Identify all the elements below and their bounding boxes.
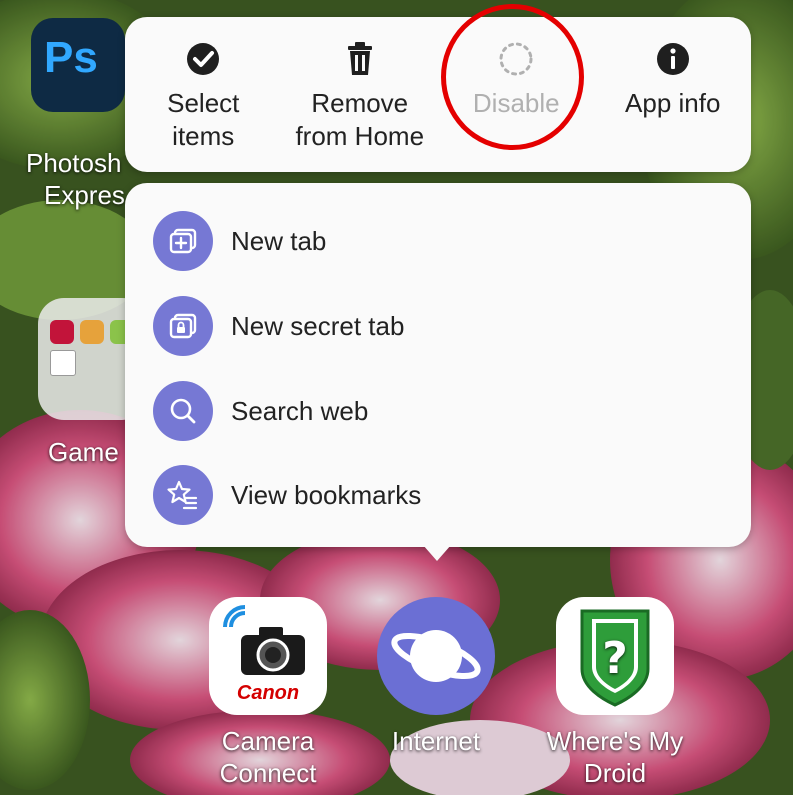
photoshop-label-line2: Expres <box>44 180 125 210</box>
games-folder-label: Game <box>48 437 119 467</box>
check-circle-icon <box>183 39 223 79</box>
remove-from-home-button[interactable]: Remove from Home <box>282 17 439 172</box>
dotted-circle-icon <box>496 39 536 79</box>
bookmarks-star-icon <box>153 465 213 525</box>
wheres-my-droid-icon: ? <box>556 597 674 715</box>
internet-label: Internet <box>391 726 481 756</box>
new-tab-label: New tab <box>231 225 327 256</box>
select-items-label: Select items <box>167 88 240 151</box>
disable-label: Disable <box>472 88 560 118</box>
disable-button[interactable]: Disable <box>438 17 595 172</box>
canon-brand-text: Canon <box>236 682 300 704</box>
shield-question-icon: ? <box>580 609 650 707</box>
shortcut-new-secret-tab[interactable]: New secret tab <box>153 296 404 356</box>
shortcut-view-bookmarks[interactable]: View bookmarks <box>153 465 421 525</box>
planet-icon <box>391 630 481 682</box>
game-icon <box>80 320 104 344</box>
new-secret-tab-label: New secret tab <box>231 310 405 341</box>
secret-tab-icon <box>153 296 213 356</box>
app-info-button[interactable]: App info <box>595 17 752 172</box>
game-icon <box>50 320 74 344</box>
photoshop-express-app[interactable]: Ps <box>23 18 133 112</box>
wheres-my-droid-label-line1: Where's My <box>546 726 684 756</box>
ps-logo-text: Ps <box>44 33 98 82</box>
internet-app[interactable]: Internet <box>371 597 501 757</box>
select-items-button[interactable]: Select items <box>125 17 282 172</box>
search-web-label: Search web <box>231 395 369 426</box>
new-tab-icon <box>153 211 213 271</box>
photoshop-label-line1: Photosh <box>26 148 122 178</box>
camera-connect-app[interactable]: Canon Camera Connect <box>203 597 333 789</box>
svg-text:?: ? <box>602 633 628 684</box>
wheres-my-droid-label-line2: Droid <box>583 758 647 788</box>
camera-connect-icon: Canon <box>209 597 327 715</box>
app-info-label: App info <box>625 88 721 118</box>
view-bookmarks-label: View bookmarks <box>231 479 422 510</box>
camera-connect-label-line1: Camera <box>221 726 315 756</box>
menu-pointer-arrow <box>423 545 451 561</box>
sudoku-icon <box>50 350 76 376</box>
search-icon <box>153 381 213 441</box>
photoshop-express-icon: Ps <box>31 18 125 112</box>
trash-icon <box>340 39 380 79</box>
wheres-my-droid-app[interactable]: ? Where's My Droid <box>540 597 690 789</box>
shortcut-search-web[interactable]: Search web <box>153 381 368 441</box>
app-actions-bar: Select items Remove from Home Disable Ap… <box>125 17 751 172</box>
remove-from-home-label: Remove from Home <box>295 88 425 151</box>
info-icon <box>653 39 693 79</box>
internet-icon <box>377 597 495 715</box>
app-shortcuts-menu: New tab New secret tab Search web View b… <box>125 183 751 547</box>
camera-connect-label-line2: Connect <box>219 758 317 788</box>
shortcut-new-tab[interactable]: New tab <box>153 211 326 271</box>
